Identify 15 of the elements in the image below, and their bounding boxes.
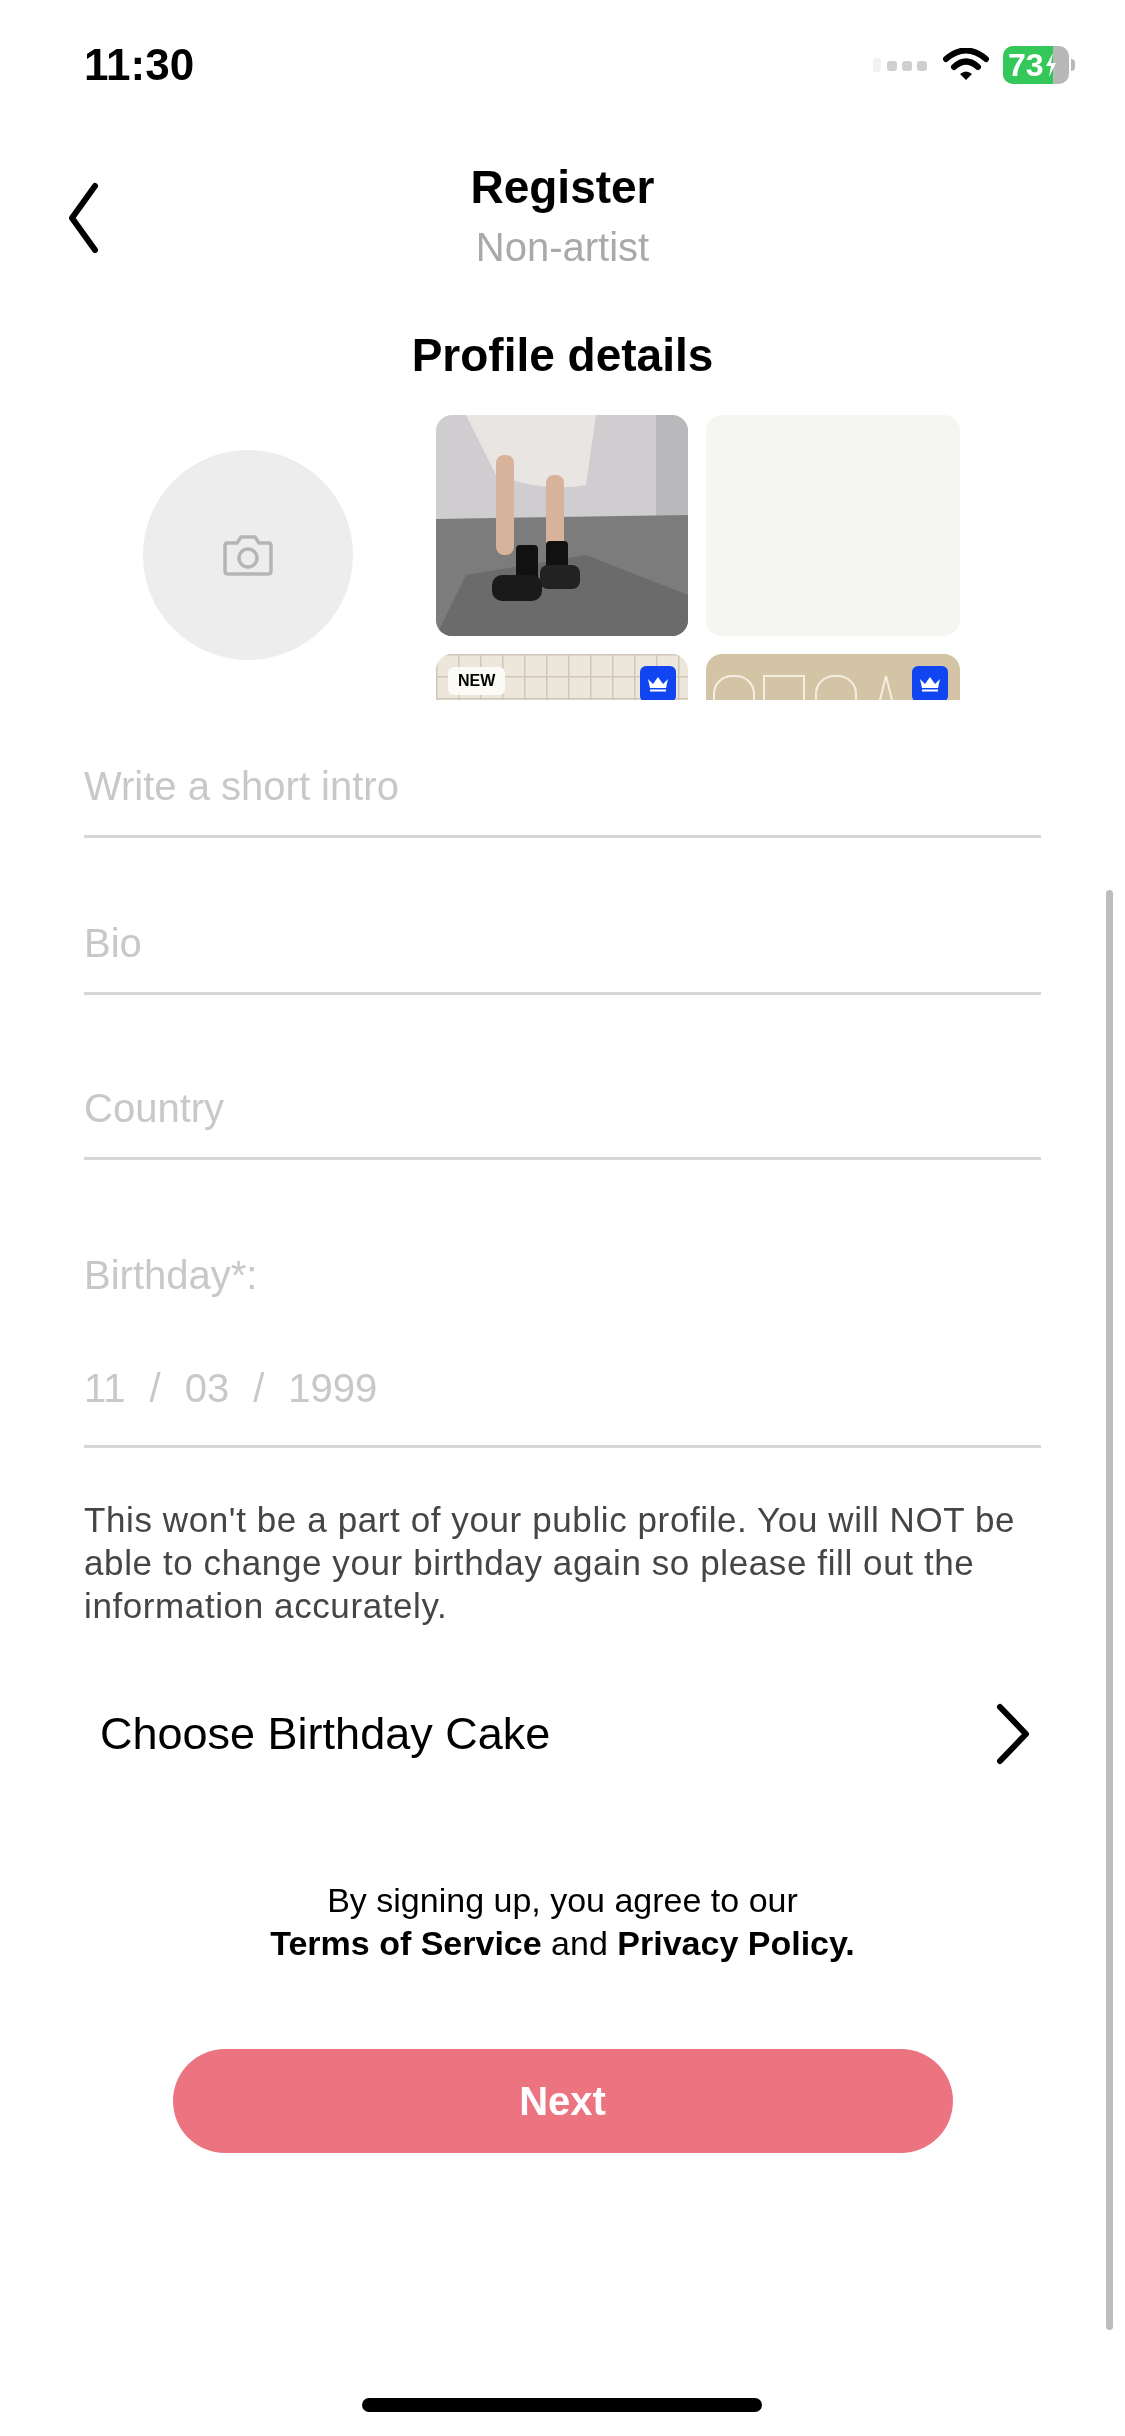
signal-icon [873,58,929,72]
birthday-note: This won't be a part of your public profile. You will NOT be able to change your birthday again so please fill out the information accurately. [84,1499,1017,1627]
status-time: 11:30 [84,39,195,91]
page-title: Register [470,160,655,215]
new-badge: NEW [448,667,506,695]
next-button[interactable]: Next [172,2049,953,2153]
bolt-icon [1044,53,1057,77]
camera-icon [222,533,274,577]
battery-level: 73 [1007,49,1044,81]
page-subtitle: Non-artist [475,224,650,271]
birthday-cake-row[interactable]: Choose Birthday Cake [84,1679,1041,1789]
terms-text: By signing up, you agree to our Terms of Service and Privacy Policy. [269,1880,856,1964]
chevron-icon [995,1703,1031,1765]
section-title: Profile details [411,328,714,383]
wifi-icon [943,48,989,82]
